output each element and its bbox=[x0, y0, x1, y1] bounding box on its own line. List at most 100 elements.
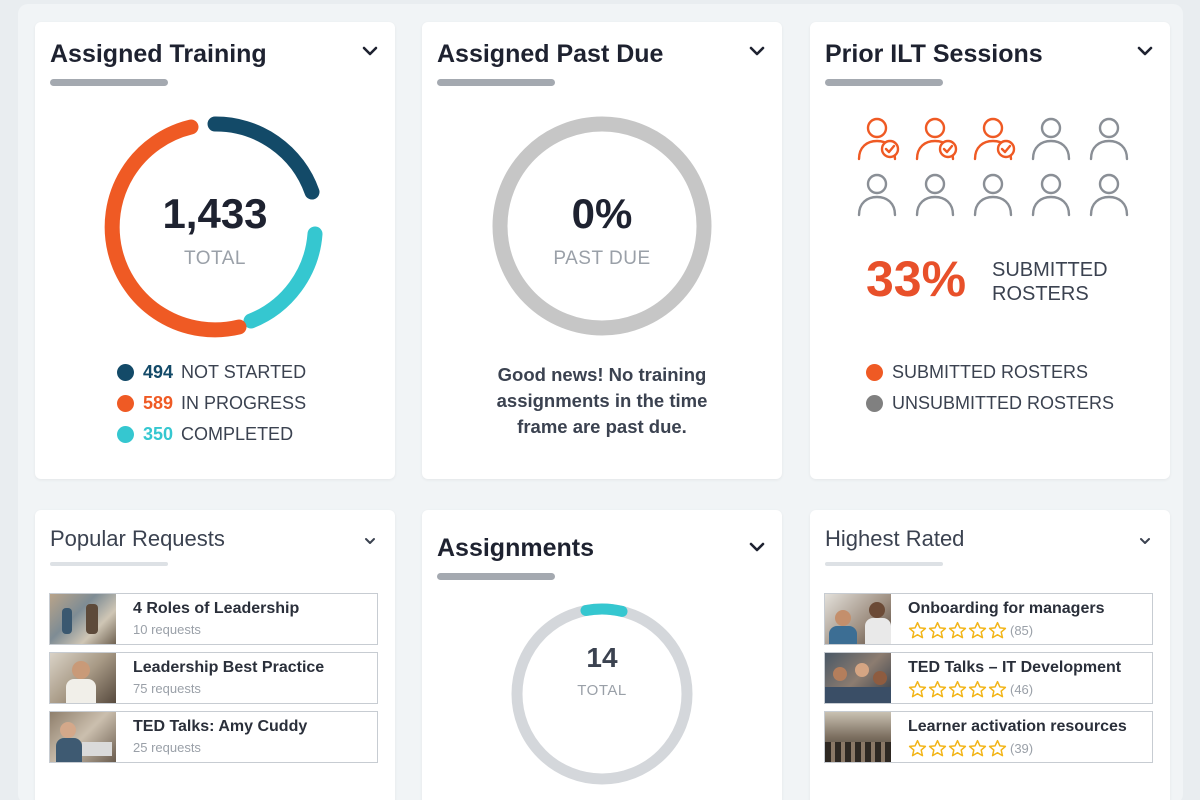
star-icon bbox=[968, 680, 987, 698]
assigned-training-card: Assigned Training 1,433 TOTAL 494 NOT ST… bbox=[35, 22, 395, 479]
request-item[interactable]: TED Talks: Amy Cuddy 25 requests bbox=[49, 711, 378, 763]
chevron-down-icon[interactable] bbox=[361, 42, 379, 60]
item-title: TED Talks – IT Development bbox=[908, 659, 1122, 676]
message-line: Good news! No training bbox=[497, 364, 707, 385]
thumbnail-image bbox=[825, 712, 891, 762]
legend-label: IN PROGRESS bbox=[181, 393, 307, 413]
legend-unsubmitted: UNSUBMITTED ROSTERS bbox=[866, 393, 1114, 414]
legend-dot bbox=[117, 426, 134, 443]
card-title: Assigned Training bbox=[50, 40, 267, 68]
person-unsubmitted-icon bbox=[912, 170, 962, 220]
submitted-percent: 33% bbox=[866, 251, 967, 307]
person-unsubmitted-icon bbox=[1028, 170, 1078, 220]
popular-requests-card: Popular Requests 4 Roles of Leadership 1… bbox=[35, 510, 395, 800]
title-underline bbox=[825, 79, 943, 86]
legend-dot bbox=[117, 395, 134, 412]
item-title: TED Talks: Amy Cuddy bbox=[133, 718, 308, 735]
item-subtitle: 75 requests bbox=[133, 681, 201, 696]
card-title: Assigned Past Due bbox=[437, 40, 664, 68]
legend-not-started: 494 NOT STARTED bbox=[117, 362, 306, 383]
thumbnail-image bbox=[825, 594, 891, 644]
item-subtitle: 25 requests bbox=[133, 740, 201, 755]
rated-item[interactable]: TED Talks – IT Development (46) bbox=[824, 652, 1153, 704]
legend-dot bbox=[117, 364, 134, 381]
request-item[interactable]: 4 Roles of Leadership 10 requests bbox=[49, 593, 378, 645]
assignments-donut-chart: 14 TOTAL bbox=[510, 602, 694, 786]
percent-label-line: SUBMITTED bbox=[992, 259, 1108, 281]
training-donut-chart: 1,433 TOTAL bbox=[103, 114, 327, 338]
submitted-percent-label: SUBMITTED ROSTERS bbox=[992, 258, 1108, 306]
item-subtitle: 10 requests bbox=[133, 622, 201, 637]
title-underline bbox=[437, 79, 555, 86]
person-unsubmitted-icon bbox=[1028, 114, 1078, 164]
thumbnail-image bbox=[50, 712, 116, 762]
assignments-total-label: TOTAL bbox=[577, 682, 627, 699]
star-icon bbox=[948, 680, 967, 698]
legend-in-progress: 589 IN PROGRESS bbox=[117, 393, 306, 414]
chevron-down-icon[interactable] bbox=[1136, 532, 1154, 550]
assigned-past-due-card: Assigned Past Due 0% PAST DUE Good news!… bbox=[422, 22, 782, 479]
thumbnail-image bbox=[825, 653, 891, 703]
star-icon bbox=[968, 621, 987, 639]
chevron-down-icon[interactable] bbox=[748, 42, 766, 60]
star-icon bbox=[908, 739, 927, 757]
legend-count: 494 bbox=[143, 362, 174, 382]
item-title: Leadership Best Practice bbox=[133, 659, 325, 676]
total-label: TOTAL bbox=[184, 248, 246, 269]
chevron-down-icon[interactable] bbox=[748, 538, 766, 556]
legend-label: UNSUBMITTED ROSTERS bbox=[892, 393, 1115, 413]
title-underline bbox=[50, 79, 168, 86]
prior-ilt-sessions-card: Prior ILT Sessions 33% SUBMITTED ROSTERS… bbox=[810, 22, 1170, 479]
star-icon bbox=[968, 739, 987, 757]
title-underline bbox=[437, 573, 555, 580]
star-icon bbox=[948, 739, 967, 757]
chevron-down-icon[interactable] bbox=[1136, 42, 1154, 60]
assignments-card: Assignments 14 TOTAL bbox=[422, 510, 782, 800]
message-line: frame are past due. bbox=[517, 416, 687, 437]
star-icon bbox=[928, 621, 947, 639]
rated-item[interactable]: Onboarding for managers (85) bbox=[824, 593, 1153, 645]
legend-dot bbox=[866, 395, 883, 412]
not-started-arc bbox=[207, 116, 320, 200]
item-title: Learner activation resources bbox=[908, 718, 1127, 735]
assignments-progress-arc bbox=[580, 603, 628, 617]
person-unsubmitted-icon bbox=[1086, 114, 1136, 164]
rating-count: (85) bbox=[1010, 623, 1034, 638]
star-icon bbox=[908, 621, 927, 639]
card-title: Highest Rated bbox=[825, 526, 965, 551]
person-unsubmitted-icon bbox=[970, 170, 1020, 220]
thumbnail-image bbox=[50, 653, 116, 703]
legend-label: NOT STARTED bbox=[181, 362, 307, 382]
title-underline bbox=[50, 562, 168, 566]
legend-label: COMPLETED bbox=[181, 424, 294, 444]
star-icon bbox=[988, 739, 1007, 757]
star-icon bbox=[988, 621, 1007, 639]
chevron-down-icon[interactable] bbox=[361, 532, 379, 550]
legend-submitted: SUBMITTED ROSTERS bbox=[866, 362, 1088, 383]
star-icon bbox=[988, 680, 1007, 698]
past-due-label: PAST DUE bbox=[553, 248, 651, 269]
past-due-value: 0% bbox=[571, 190, 633, 237]
assignments-total: 14 bbox=[586, 642, 618, 673]
request-item[interactable]: Leadership Best Practice 75 requests bbox=[49, 652, 378, 704]
highest-rated-card: Highest Rated Onboarding for managers (8… bbox=[810, 510, 1170, 800]
star-icon bbox=[928, 680, 947, 698]
total-value: 1,433 bbox=[162, 190, 268, 237]
person-submitted-icon bbox=[854, 114, 904, 164]
star-rating: (39) bbox=[908, 739, 1127, 758]
title-underline bbox=[825, 562, 943, 566]
legend-count: 589 bbox=[143, 393, 174, 413]
star-icon bbox=[948, 621, 967, 639]
person-unsubmitted-icon bbox=[854, 170, 904, 220]
card-title: Popular Requests bbox=[50, 526, 225, 551]
rating-count: (46) bbox=[1010, 682, 1034, 697]
legend-label: SUBMITTED ROSTERS bbox=[892, 362, 1089, 382]
legend-completed: 350 COMPLETED bbox=[117, 424, 293, 445]
star-icon bbox=[908, 680, 927, 698]
star-rating: (46) bbox=[908, 680, 1121, 699]
person-submitted-icon bbox=[970, 114, 1020, 164]
item-title: 4 Roles of Leadership bbox=[133, 600, 300, 617]
card-title: Prior ILT Sessions bbox=[825, 40, 1043, 68]
rated-item[interactable]: Learner activation resources (39) bbox=[824, 711, 1153, 763]
card-title: Assignments bbox=[437, 534, 594, 562]
